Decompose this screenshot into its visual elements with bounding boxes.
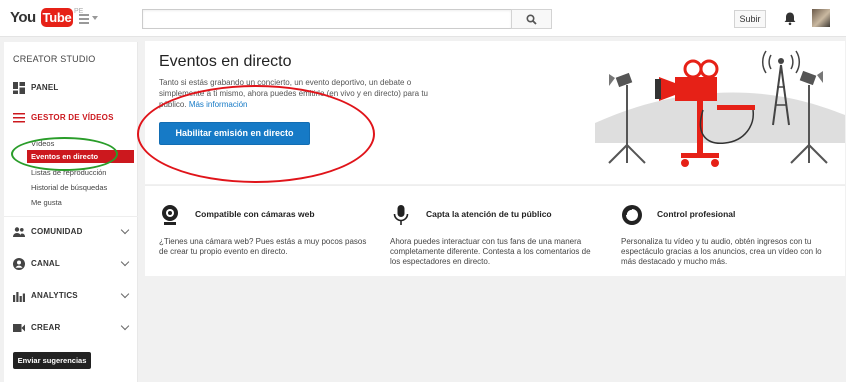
page-title: Eventos en directo [159,53,292,70]
chevron-down-icon [120,257,130,267]
features-section: Compatible con cámaras web ¿Tienes una c… [145,185,845,276]
sidebar-subitem-likes[interactable]: Me gusta [31,196,138,209]
sidebar-item-panel[interactable]: PANEL [4,78,138,98]
video-camera-icon [13,324,25,332]
logo-you-text: You [10,9,36,26]
logo-tube-text: Tube [41,8,73,27]
feature-description: Personaliza tu vídeo y tu audio, obtén i… [621,237,822,266]
sidebar-item-label: ANALYTICS [31,291,78,300]
account-icon [13,258,25,270]
live-broadcast-illustration [595,50,845,167]
sidebar-item-label: PANEL [31,83,59,92]
green-annotation-circle [11,137,118,171]
sidebar-item-label: CANAL [31,259,60,268]
sidebar-title: CREATOR STUDIO [13,54,96,64]
sidebar-item-label: GESTOR DE VÍDEOS [31,113,114,122]
sidebar-subitem-search-history[interactable]: Historial de búsquedas [31,181,138,194]
sidebar-item-label: COMUNIDAD [31,227,83,236]
search-button[interactable] [511,9,552,29]
chevron-down-icon [120,225,130,235]
chevron-down-icon [120,289,130,299]
creator-studio-sidebar: CREATOR STUDIO PANEL GESTOR DE VÍDEOS Ví… [4,42,138,382]
search-input[interactable] [142,9,512,29]
sidebar-item-channel[interactable]: CANAL [4,254,138,274]
microphone-icon [393,205,409,225]
webcam-icon [162,205,178,225]
hamburger-icon-bar [79,22,89,24]
video-manager-icon [13,113,25,123]
bell-icon[interactable] [783,11,797,26]
youtube-logo[interactable]: You Tube PE [10,8,83,28]
guide-menu-button[interactable] [79,13,99,25]
hamburger-icon-bar [79,18,89,20]
feature-title: Compatible con cámaras web [195,209,315,219]
feature-title: Capta la atención de tu público [426,209,552,219]
feature-description: Ahora puedes interactuar con tus fans de… [390,237,591,266]
sidebar-item-analytics[interactable]: ANALYTICS [4,286,138,306]
red-annotation-circle [137,85,375,183]
dashboard-icon [13,82,25,94]
sidebar-item-create[interactable]: CREAR [4,318,138,338]
feature-description: ¿Tienes una cámara web? Pues estás a muy… [159,237,367,256]
search-icon [526,14,537,25]
sidebar-item-community[interactable]: COMUNIDAD [4,222,138,242]
sidebar-item-label: CREAR [31,323,61,332]
avatar[interactable] [812,9,830,27]
analytics-icon [13,292,25,302]
hamburger-icon [79,14,89,16]
lens-icon [622,205,642,225]
community-icon [13,227,25,237]
feature-title: Control profesional [657,209,736,219]
send-feedback-button[interactable]: Enviar sugerencias [13,352,91,369]
sidebar-item-video-manager[interactable]: GESTOR DE VÍDEOS [4,108,138,128]
upload-button[interactable]: Subir [734,10,766,28]
chevron-down-icon [120,321,130,331]
sidebar-divider [4,216,138,217]
caret-down-icon [92,16,98,20]
top-bar: You Tube PE Subir [0,0,846,37]
